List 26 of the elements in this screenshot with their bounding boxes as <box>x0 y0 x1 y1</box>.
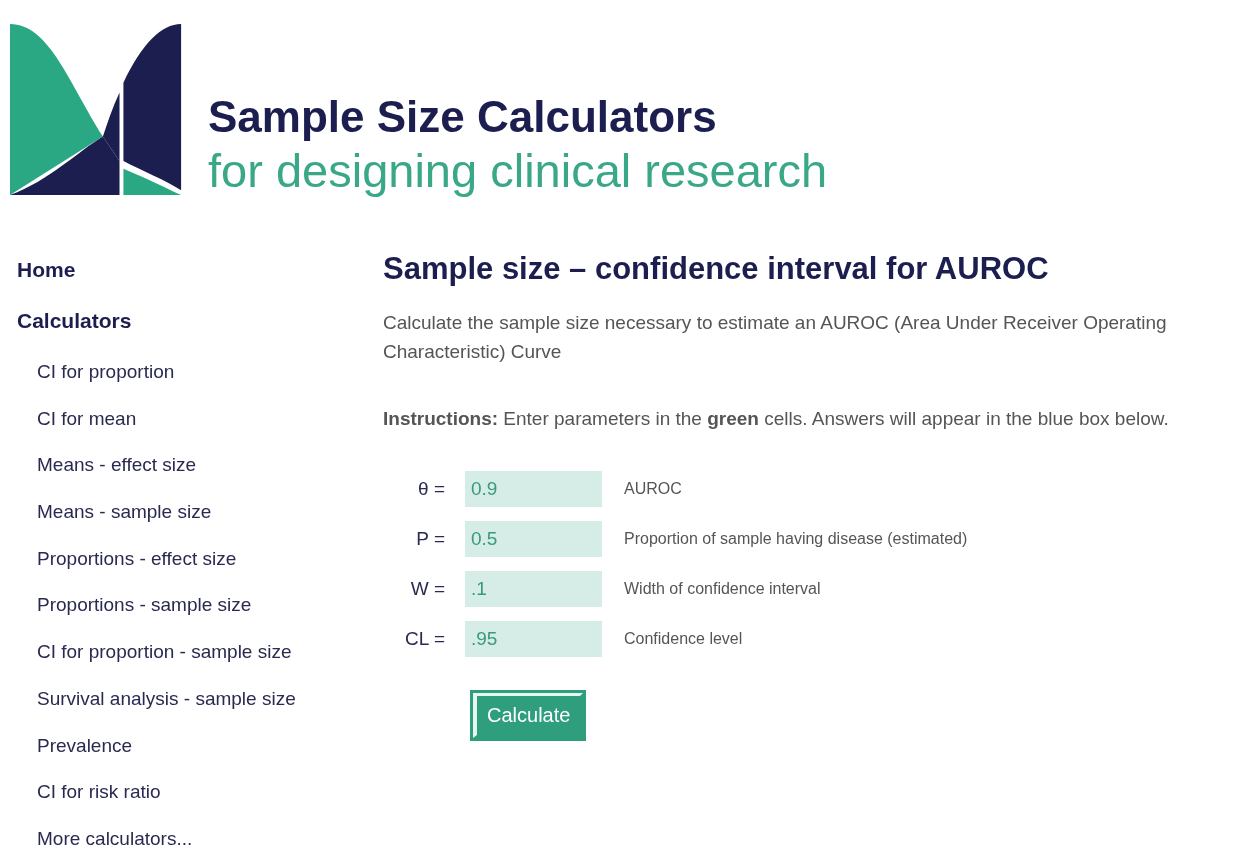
parameter-symbol: P = <box>415 528 445 550</box>
parameter-description: Width of confidence interval <box>624 580 821 598</box>
page-heading: Sample size – confidence interval for AUROC <box>383 250 1050 288</box>
nav-link[interactable]: Survival analysis - sample size <box>17 678 383 726</box>
nav-link[interactable]: Means - effect size <box>17 445 383 493</box>
nav-link[interactable]: CI for proportion - sample size <box>17 632 383 679</box>
site-subtitle: for designing clinical research <box>208 144 828 198</box>
nav-link[interactable]: CI for mean <box>17 398 383 446</box>
nav-link[interactable]: More calculators... <box>17 818 383 845</box>
nav-link[interactable]: Means - sample size <box>17 492 383 539</box>
parameter-symbol: CL = <box>404 628 445 650</box>
nav-link[interactable]: Proportions - effect size <box>17 538 383 586</box>
nav-link[interactable]: CI for risk ratio <box>17 772 383 819</box>
site-title: Sample Size Calculators <box>208 91 718 143</box>
parameter-symbol: θ = <box>417 478 445 500</box>
parameter-symbol: W = <box>409 578 445 600</box>
nav-link[interactable]: Prevalence <box>17 725 383 773</box>
parameter-description: Proportion of sample having disease (estimated) <box>624 530 968 548</box>
nav-section-link[interactable]: Calculators <box>17 301 383 352</box>
nav-link[interactable]: CI for proportion <box>17 352 383 399</box>
parameter-description: Confidence level <box>624 630 743 648</box>
nav-section-link[interactable]: Home <box>17 250 383 301</box>
nav-link[interactable]: Proportions - sample size <box>17 585 383 633</box>
description-text: Calculate the sample size necessary to estimate an AUROC (Area Under Receiver Operating Characteristic) Curve <box>383 311 1168 364</box>
instructions-text: Instructions: Enter parameters in the green cells. Answers will appear in the blue box below. <box>383 407 1170 431</box>
parameter-description: AUROC <box>624 480 682 498</box>
